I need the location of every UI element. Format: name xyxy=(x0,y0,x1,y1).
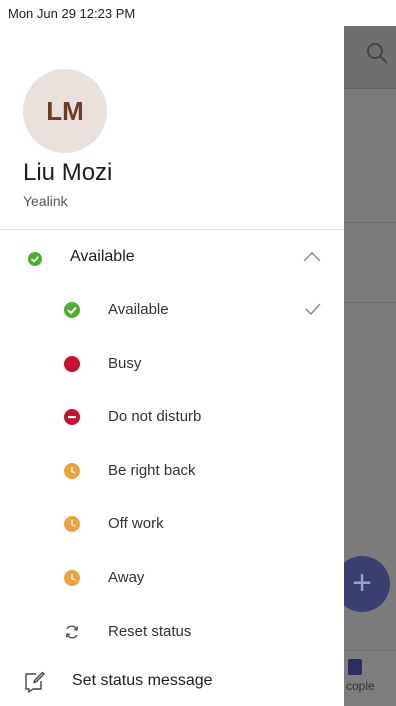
status-bar: Mon Jun 29 12:23 PM xyxy=(0,0,396,26)
busy-icon xyxy=(64,356,80,372)
people-icon xyxy=(348,659,362,675)
avatar[interactable]: LM xyxy=(23,69,107,153)
background-divider xyxy=(344,302,396,303)
status-option-label: Away xyxy=(108,569,145,586)
reset-status-label: Reset status xyxy=(108,623,192,640)
status-option-label: Off work xyxy=(108,515,164,532)
reset-icon xyxy=(65,625,79,639)
clock-icon xyxy=(64,570,80,586)
status-option-do-not-disturb[interactable]: Do not disturb xyxy=(0,397,344,437)
profile-name: Liu Mozi xyxy=(23,159,113,186)
status-option-busy[interactable]: Busy xyxy=(0,344,344,384)
status-option-label: Busy xyxy=(108,355,142,372)
status-option-label: Be right back xyxy=(108,462,196,479)
status-option-be-right-back[interactable]: Be right back xyxy=(0,451,344,491)
reset-status-button[interactable]: Reset status xyxy=(0,612,344,652)
divider xyxy=(0,229,344,230)
background-header xyxy=(344,26,396,89)
profile-organization: Yealink xyxy=(23,193,68,209)
status-option-label: Available xyxy=(108,301,169,318)
people-tab-label: cople xyxy=(346,679,375,693)
set-status-message-label: Set status message xyxy=(72,672,213,689)
status-option-off-work[interactable]: Off work xyxy=(0,504,344,544)
background-divider xyxy=(344,222,396,223)
green-check-icon xyxy=(28,252,42,266)
do-not-disturb-icon xyxy=(64,409,80,425)
status-option-label: Do not disturb xyxy=(108,408,202,425)
chevron-up-icon xyxy=(303,252,321,262)
available-icon xyxy=(64,302,80,318)
status-option-away[interactable]: Away xyxy=(0,558,344,598)
set-status-message-button[interactable]: Set status message xyxy=(0,662,344,702)
status-option-available[interactable]: Available xyxy=(0,290,344,330)
search-icon xyxy=(367,43,388,64)
clock-icon xyxy=(64,516,80,532)
profile-drawer: LM Liu Mozi Yealink Available Available … xyxy=(0,26,344,706)
edit-note-icon xyxy=(25,671,45,693)
current-status-toggle[interactable]: Available xyxy=(0,240,344,276)
status-bar-datetime: Mon Jun 29 12:23 PM xyxy=(8,6,136,21)
background-tab-bar: cople xyxy=(344,650,396,706)
clock-icon xyxy=(64,463,80,479)
background-app-overlay[interactable]: + cople xyxy=(344,26,396,706)
new-chat-fab-button[interactable]: + xyxy=(344,556,390,612)
current-status-label: Available xyxy=(70,248,135,265)
check-icon xyxy=(305,303,321,316)
